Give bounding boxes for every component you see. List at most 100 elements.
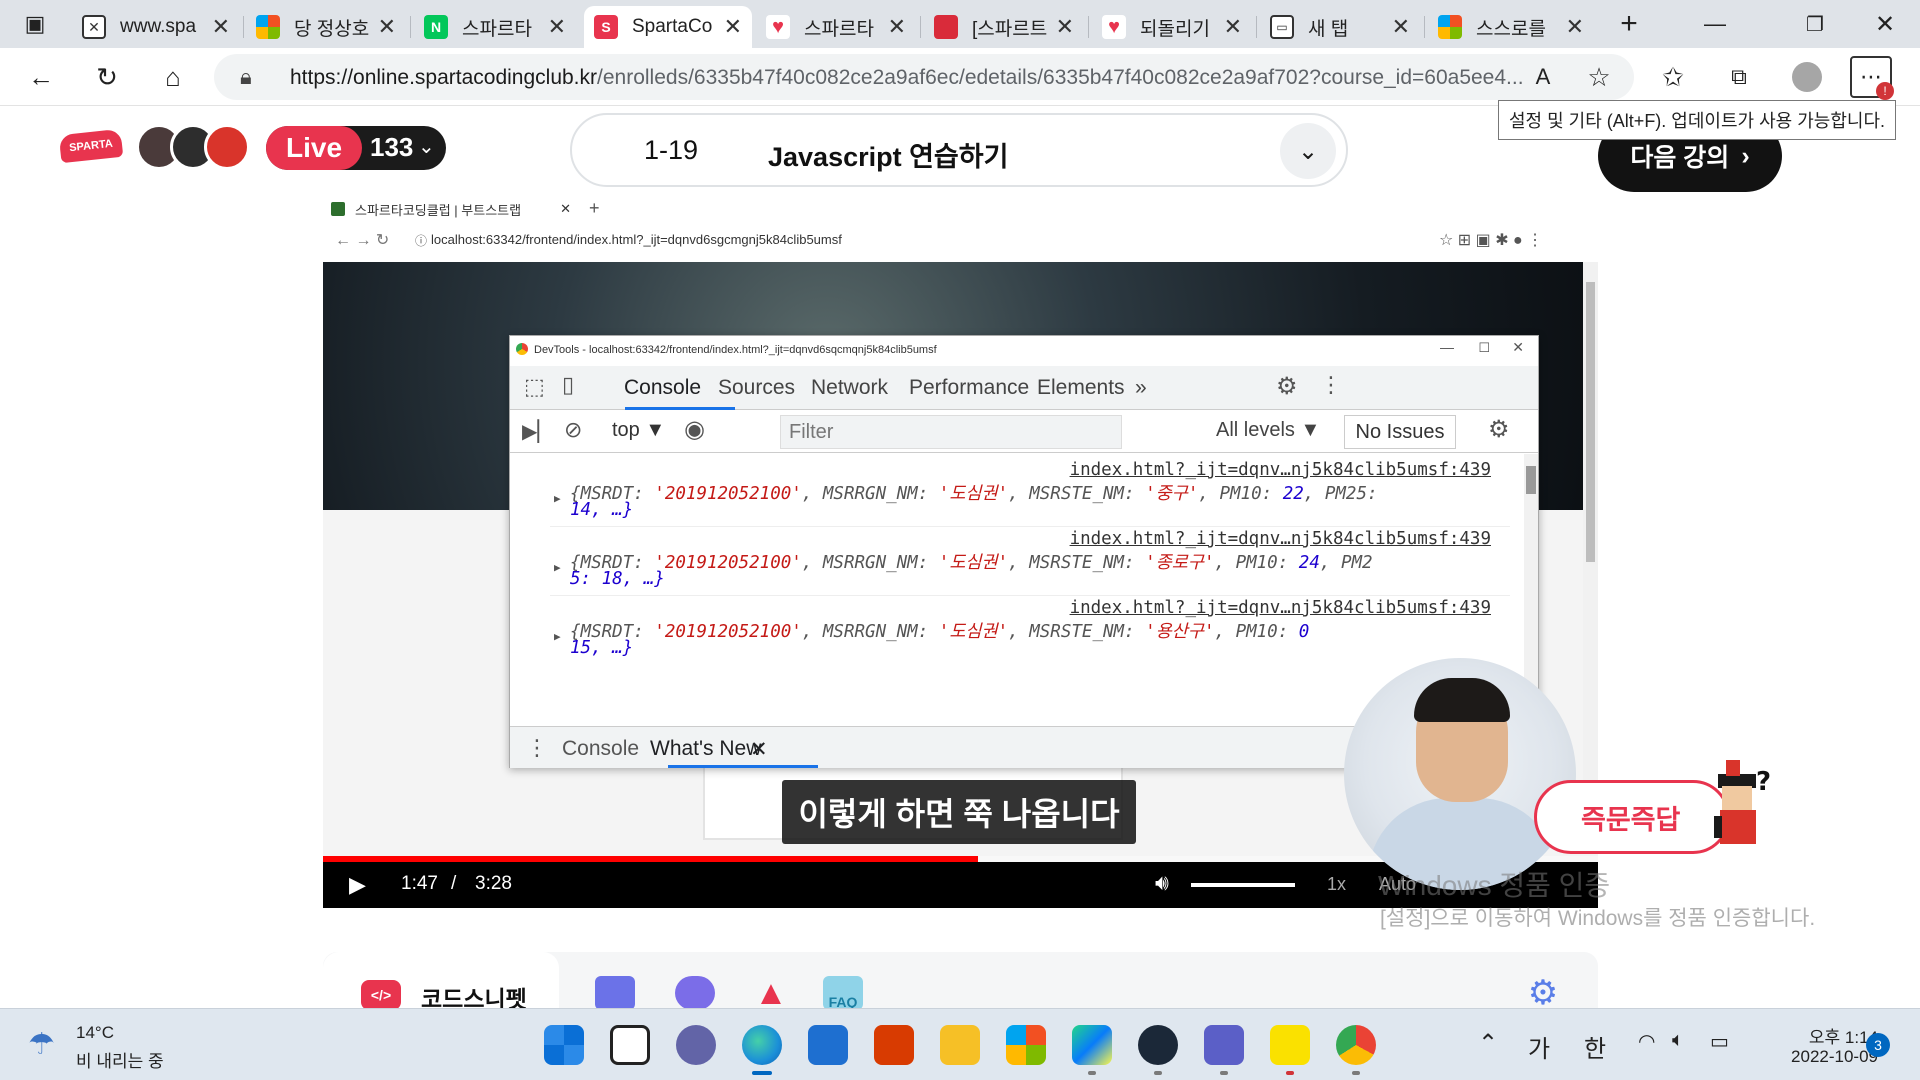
minimize-window-icon[interactable]: —: [1694, 3, 1736, 45]
total-time: 3:28: [475, 873, 512, 894]
mail-icon[interactable]: [808, 1025, 848, 1065]
tab-title: 스파르타: [804, 18, 874, 40]
collections-icon[interactable]: ⧉: [1718, 56, 1760, 98]
browser-tab[interactable]: N 스파르타 ✕: [414, 6, 576, 48]
chevron-down-icon[interactable]: ⌄: [1280, 123, 1336, 179]
instant-qa-button[interactable]: 즉문즉답: [1534, 780, 1730, 854]
gear-icon[interactable]: ⚙: [1523, 976, 1563, 1010]
next-lesson-label: 다음 강의: [1630, 144, 1730, 172]
browser-tab[interactable]: ✕ www.spa ✕: [72, 6, 240, 48]
read-aloud-icon[interactable]: A: [1522, 56, 1564, 98]
extensions-icon: ☆ ⊞ ▣ ✱ ● ⋮: [1439, 232, 1544, 249]
heart-icon: ♥: [766, 15, 790, 39]
settings-more-button[interactable]: ⋯ !: [1850, 56, 1894, 100]
close-window-icon[interactable]: ✕: [1864, 3, 1906, 45]
task-view-icon[interactable]: [610, 1025, 650, 1065]
weather-description[interactable]: 비 내리는 중: [76, 1047, 164, 1072]
close-tab-icon[interactable]: ✕: [888, 14, 906, 40]
device-toggle-icon: ▯: [562, 372, 575, 397]
back-button[interactable]: ←: [20, 56, 62, 98]
close-tab-icon[interactable]: ✕: [1566, 14, 1584, 40]
volume-icon[interactable]: 🔊︎: [1155, 870, 1169, 896]
lesson-selector[interactable]: 1-19 Javascript 연습하기 ⌄: [570, 113, 1348, 187]
home-button[interactable]: ⌂: [152, 56, 194, 98]
playback-speed-button[interactable]: 1x: [1327, 874, 1346, 895]
clock-time[interactable]: 오후 1:14: [1778, 1023, 1878, 1048]
tab-title: 새 탭: [1308, 18, 1349, 40]
comment-icon[interactable]: [675, 976, 715, 1010]
close-tab-icon[interactable]: ✕: [1392, 14, 1410, 40]
recorded-favicon: [331, 202, 345, 216]
browser-tab-active[interactable]: S SpartaCo ✕: [584, 6, 752, 48]
drawer-tab-whats-new: What's New: [650, 737, 762, 760]
steam-icon[interactable]: [1138, 1025, 1178, 1065]
close-tab-icon[interactable]: ✕: [724, 14, 742, 40]
running-indicator: [1220, 1071, 1228, 1075]
close-tab-icon[interactable]: ✕: [212, 14, 230, 40]
browser-tab[interactable]: 스스로를 ✕: [1428, 6, 1594, 48]
browser-tab[interactable]: 당 정상호 ✕: [246, 6, 406, 48]
log-separator: [550, 595, 1510, 596]
battery-icon[interactable]: ▭: [1710, 1029, 1729, 1054]
volume-slider[interactable]: [1191, 883, 1295, 887]
add-favorite-icon[interactable]: ☆: [1578, 56, 1620, 98]
browser-tab[interactable]: ♥ 되돌리기 ✕: [1092, 6, 1252, 48]
ime-mode-1[interactable]: 가: [1528, 1029, 1550, 1064]
speaker-icon[interactable]: 🔈︎: [1672, 1029, 1684, 1052]
play-button[interactable]: ▶: [349, 872, 366, 898]
tab-title: SpartaCo: [632, 16, 713, 37]
new-tab-button[interactable]: +: [1608, 3, 1650, 45]
chrome-icon[interactable]: [1336, 1025, 1376, 1065]
pycharm-icon[interactable]: [1072, 1025, 1112, 1065]
chevron-up-icon[interactable]: ⌃: [1478, 1029, 1498, 1058]
restore-window-icon[interactable]: ❐: [1794, 3, 1836, 45]
tab-actions-icon[interactable]: ▣: [14, 3, 56, 45]
log-entry: {MSRDT: '201912052100', MSRRGN_NM: '도심권'…: [570, 622, 1310, 642]
address-bar[interactable]: 🔒︎ https://online.spartacodingclub.kr/en…: [214, 54, 1634, 100]
notification-badge[interactable]: 3: [1866, 1033, 1890, 1057]
live-viewers-pill[interactable]: Live 133 ⌄: [266, 126, 446, 170]
sidebar-toggle-icon: ▶▏: [522, 421, 553, 443]
browser-tab[interactable]: ▭ 새 탭 ✕: [1260, 6, 1420, 48]
filter-input: Filter: [780, 415, 1122, 449]
faq-icon[interactable]: FAQ: [823, 976, 863, 1010]
office-icon[interactable]: [874, 1025, 914, 1065]
chrome-icon: [516, 343, 528, 355]
browser-tab[interactable]: [스파르트 ✕: [924, 6, 1084, 48]
reload-button[interactable]: ↻: [86, 56, 128, 98]
chevron-down-icon: ⌄: [418, 136, 435, 158]
kakaotalk-icon[interactable]: [1270, 1025, 1310, 1065]
sparta-logo[interactable]: SPARTA: [58, 128, 124, 164]
start-icon[interactable]: [544, 1025, 584, 1065]
weather-temperature[interactable]: 14°C: [76, 1023, 114, 1043]
recorded-tab: 스파르타코딩클럽 | 부트스트랩 ✕: [331, 196, 571, 222]
close-tab-icon[interactable]: ✕: [548, 14, 566, 40]
close-tab-icon[interactable]: ✕: [1056, 14, 1074, 40]
teams-icon[interactable]: [1204, 1025, 1244, 1065]
update-badge: !: [1876, 82, 1894, 100]
heart-icon: ♥: [1102, 15, 1126, 39]
chat-icon[interactable]: [676, 1025, 716, 1065]
clear-console-icon: ⊘: [564, 417, 583, 442]
wifi-icon[interactable]: ◠: [1638, 1029, 1655, 1054]
close-icon: ✕: [750, 738, 768, 761]
ime-mode-2[interactable]: 한: [1584, 1029, 1606, 1064]
store-icon[interactable]: [1006, 1025, 1046, 1065]
edge-icon[interactable]: [742, 1025, 782, 1065]
expand-triangle-icon: ▶: [554, 561, 561, 574]
code-snippet-tab[interactable]: </> 코드스니펫: [323, 952, 559, 1012]
new-tab-icon: ▭: [1270, 15, 1294, 39]
favorites-icon[interactable]: ✩: [1652, 56, 1694, 98]
file-explorer-icon[interactable]: [940, 1025, 980, 1065]
log-source-link: index.html?_ijt=dqnv…nj5k84clib5umsf:439: [1069, 598, 1491, 618]
subtitle-caption: 이렇게 하면 쭉 나옵니다: [782, 780, 1136, 844]
close-tab-icon[interactable]: ✕: [378, 14, 396, 40]
clock-date[interactable]: 2022-10-09: [1758, 1047, 1878, 1067]
browser-tab[interactable]: ♥ 스파르타 ✕: [756, 6, 916, 48]
checklist-icon[interactable]: [595, 976, 635, 1010]
context-selector: top ▼: [612, 419, 666, 441]
blocked-page-icon: ✕: [82, 15, 106, 39]
profile-avatar[interactable]: [1786, 56, 1828, 98]
close-tab-icon[interactable]: ✕: [1224, 14, 1242, 40]
warning-icon[interactable]: ▲: [751, 976, 791, 1010]
